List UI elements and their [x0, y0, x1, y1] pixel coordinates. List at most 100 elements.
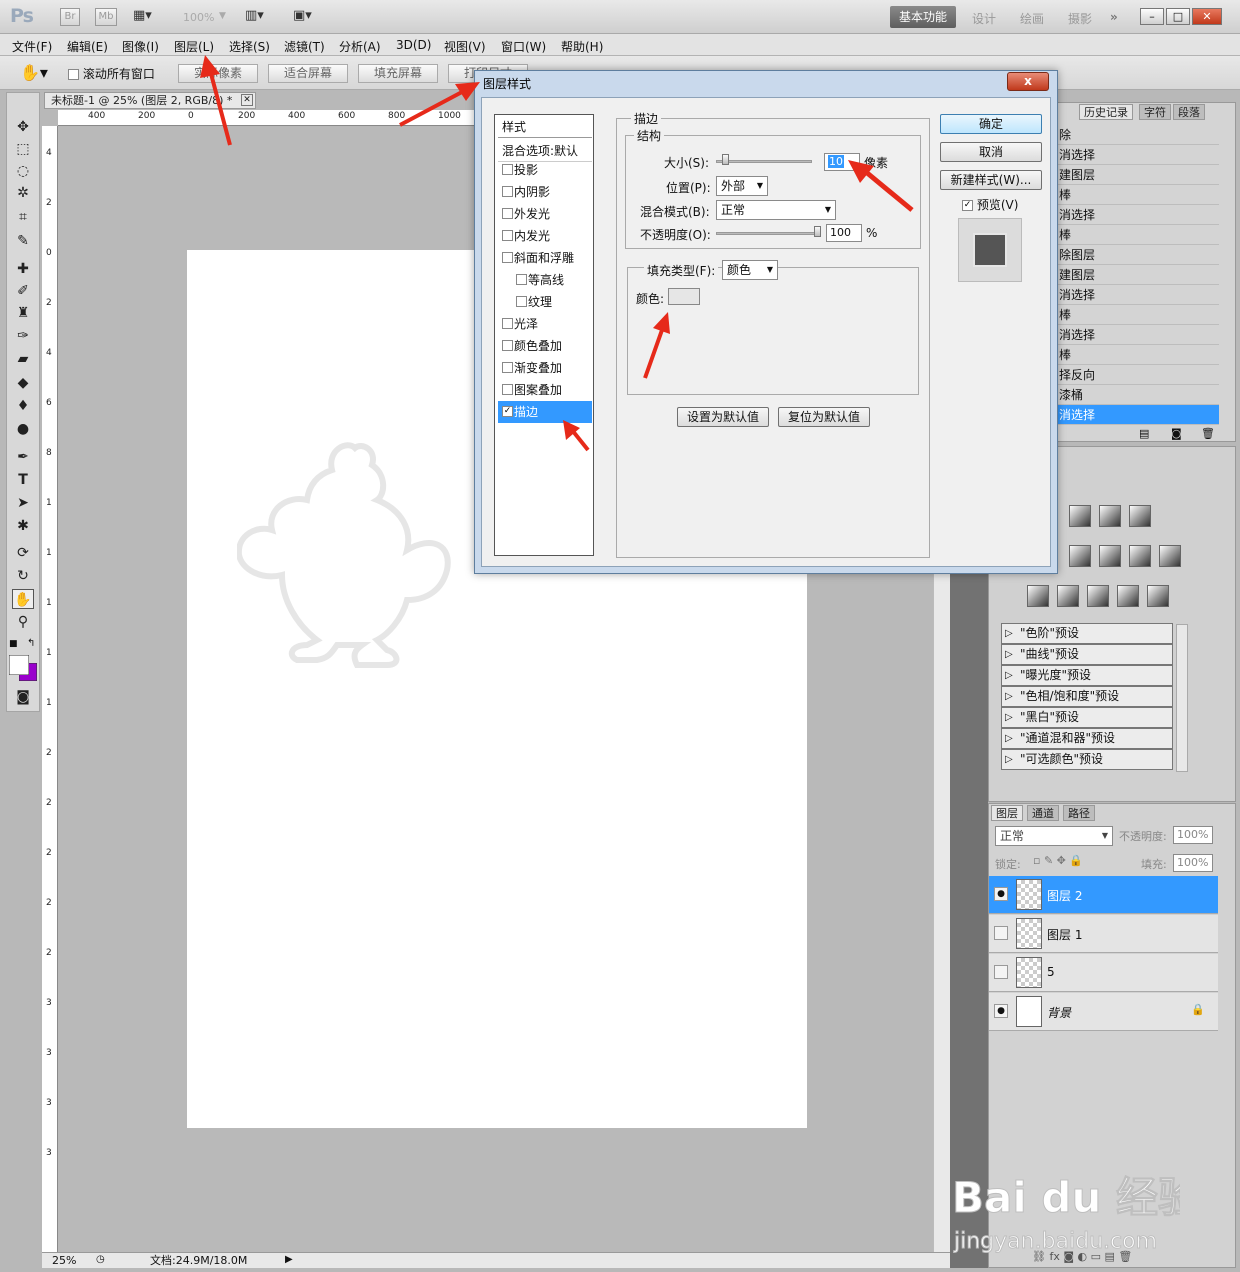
preview-checkbox[interactable]: ✓ 预览(V)	[962, 196, 1018, 213]
style-checkbox-icon[interactable]	[502, 230, 513, 241]
path-selection-tool-icon[interactable]: ➤	[12, 493, 34, 513]
gradient-map-adjust-icon[interactable]	[1117, 585, 1139, 607]
selective-color-adjust-icon[interactable]	[1147, 585, 1169, 607]
clone-stamp-tool-icon[interactable]: ♜	[12, 303, 34, 323]
layer-visibility-eye-icon[interactable]: ●	[994, 887, 1008, 901]
preset-hue-saturation[interactable]: "色相/饱和度"预设	[1001, 686, 1173, 707]
tab-layers[interactable]: 图层	[991, 805, 1023, 821]
3d-orbit-tool-icon[interactable]: ↻	[12, 566, 34, 586]
view-extras-icon[interactable]: ▦▾	[133, 8, 152, 23]
menu-filter[interactable]: 滤镜(T)	[284, 38, 325, 55]
more-workspaces-icon[interactable]: »	[1110, 10, 1118, 24]
position-select[interactable]: 外部	[716, 176, 768, 196]
history-brush-tool-icon[interactable]: ✑	[12, 326, 34, 346]
style-item[interactable]: 等高线	[498, 269, 592, 291]
document-tab[interactable]: 未标题-1 @ 25% (图层 2, RGB/8) * ✕	[44, 92, 256, 109]
history-item[interactable]: 除	[1051, 125, 1219, 145]
menu-3d[interactable]: 3D(D)	[396, 38, 431, 52]
menu-image[interactable]: 图像(I)	[122, 38, 159, 55]
history-delete-icon[interactable]: 🗑	[1201, 427, 1215, 440]
style-item[interactable]: 渐变叠加	[498, 357, 592, 379]
eraser-tool-icon[interactable]: ▰	[12, 349, 34, 369]
style-item[interactable]: 图案叠加	[498, 379, 592, 401]
history-item[interactable]: 棒	[1051, 345, 1219, 365]
style-checkbox-icon[interactable]	[502, 164, 513, 175]
threshold-adjust-icon[interactable]	[1087, 585, 1109, 607]
menu-select[interactable]: 选择(S)	[229, 38, 270, 55]
layer-row[interactable]: 图层 1	[989, 915, 1218, 953]
tab-character[interactable]: 字符	[1139, 104, 1171, 120]
presets-scrollbar[interactable]	[1176, 624, 1188, 772]
menu-help[interactable]: 帮助(H)	[561, 38, 603, 55]
stroke-color-swatch[interactable]	[668, 288, 700, 305]
mini-bridge-button[interactable]: Mb	[95, 8, 117, 26]
healing-brush-tool-icon[interactable]: ✚	[12, 259, 34, 279]
style-checkbox-icon[interactable]	[502, 252, 513, 263]
swap-colors-icon[interactable]: ↰	[27, 638, 35, 649]
move-tool-icon[interactable]: ✥	[12, 117, 34, 137]
menu-window[interactable]: 窗口(W)	[501, 38, 546, 55]
pen-tool-icon[interactable]: ✒	[12, 447, 34, 467]
history-item[interactable]: 消选择	[1051, 205, 1219, 225]
color-balance-adjust-icon[interactable]	[1069, 545, 1091, 567]
preset-channel-mixer[interactable]: "通道混和器"预设	[1001, 728, 1173, 749]
layer-visibility-eye-icon[interactable]: ●	[994, 1004, 1008, 1018]
fill-screen-button[interactable]: 填充屏幕	[358, 64, 438, 83]
status-info-icon[interactable]: ◷	[96, 1253, 105, 1267]
opacity-input[interactable]: 100	[826, 224, 862, 242]
zoom-level-select[interactable]: 100%	[183, 11, 214, 24]
style-item[interactable]: 斜面和浮雕	[498, 247, 592, 269]
channel-mixer-adjust-icon[interactable]	[1159, 545, 1181, 567]
style-item[interactable]: 颜色叠加	[498, 335, 592, 357]
style-checkbox-icon[interactable]	[516, 296, 527, 307]
tab-history[interactable]: 历史记录	[1079, 104, 1133, 120]
maximize-icon[interactable]: □	[1166, 8, 1190, 25]
zoom-tool-icon[interactable]: ⚲	[12, 612, 34, 632]
magic-wand-tool-icon[interactable]: ✲	[12, 183, 34, 203]
menu-view[interactable]: 视图(V)	[444, 38, 486, 55]
cancel-button[interactable]: 取消	[940, 142, 1042, 162]
history-item[interactable]: 择反向	[1051, 365, 1219, 385]
style-checkbox-icon[interactable]	[502, 318, 513, 329]
layer-blend-mode-select[interactable]: 正常	[995, 826, 1113, 846]
preset-exposure[interactable]: "曝光度"预设	[1001, 665, 1173, 686]
layer-visibility-eye-icon[interactable]	[994, 965, 1008, 979]
foreground-color-swatch[interactable]	[8, 654, 30, 676]
quick-mask-icon[interactable]: ◙	[12, 687, 34, 707]
history-item[interactable]: 消选择	[1051, 285, 1219, 305]
screen-mode-icon[interactable]: ▣▾	[293, 8, 312, 23]
layer-row[interactable]: ● 背景 🔒	[989, 993, 1218, 1031]
history-item[interactable]: 除图层	[1051, 245, 1219, 265]
document-close-icon[interactable]: ✕	[241, 94, 253, 106]
brush-tool-icon[interactable]: ✐	[12, 281, 34, 301]
black-white-adjust-icon[interactable]	[1099, 545, 1121, 567]
opacity-slider[interactable]	[716, 232, 820, 235]
zoom-dropdown-icon[interactable]: ▼	[219, 11, 226, 21]
preset-curves[interactable]: "曲线"预设	[1001, 644, 1173, 665]
fit-screen-button[interactable]: 适合屏幕	[268, 64, 348, 83]
style-checkbox-icon[interactable]	[502, 340, 513, 351]
history-item[interactable]: 棒	[1051, 225, 1219, 245]
style-checkbox-icon[interactable]	[502, 208, 513, 219]
style-item[interactable]: 内阴影	[498, 181, 592, 203]
dialog-close-button[interactable]: x	[1007, 72, 1049, 91]
bridge-button[interactable]: Br	[60, 8, 80, 26]
actual-pixels-button[interactable]: 实际像素	[178, 64, 258, 83]
preset-levels[interactable]: "色阶"预设	[1001, 623, 1173, 644]
workspace-essentials[interactable]: 基本功能	[890, 6, 956, 28]
fill-type-select[interactable]: 颜色	[722, 260, 778, 280]
style-item[interactable]: 外发光	[498, 203, 592, 225]
menu-layer[interactable]: 图层(L)	[174, 38, 214, 55]
style-item[interactable]: 光泽	[498, 313, 592, 335]
shape-tool-icon[interactable]: ✱	[12, 516, 34, 536]
styles-header[interactable]: 样式	[498, 116, 592, 138]
style-checkbox-icon[interactable]	[502, 186, 513, 197]
layer-visibility-eye-icon[interactable]	[994, 926, 1008, 940]
size-slider[interactable]	[716, 160, 812, 163]
ok-button[interactable]: 确定	[940, 114, 1042, 134]
history-item[interactable]: 棒	[1051, 185, 1219, 205]
history-item[interactable]: 建图层	[1051, 265, 1219, 285]
style-item[interactable]: 纹理	[498, 291, 592, 313]
style-item[interactable]: 内发光	[498, 225, 592, 247]
lock-icons[interactable]: ▫ ✎ ✥ 🔒	[1033, 854, 1083, 867]
